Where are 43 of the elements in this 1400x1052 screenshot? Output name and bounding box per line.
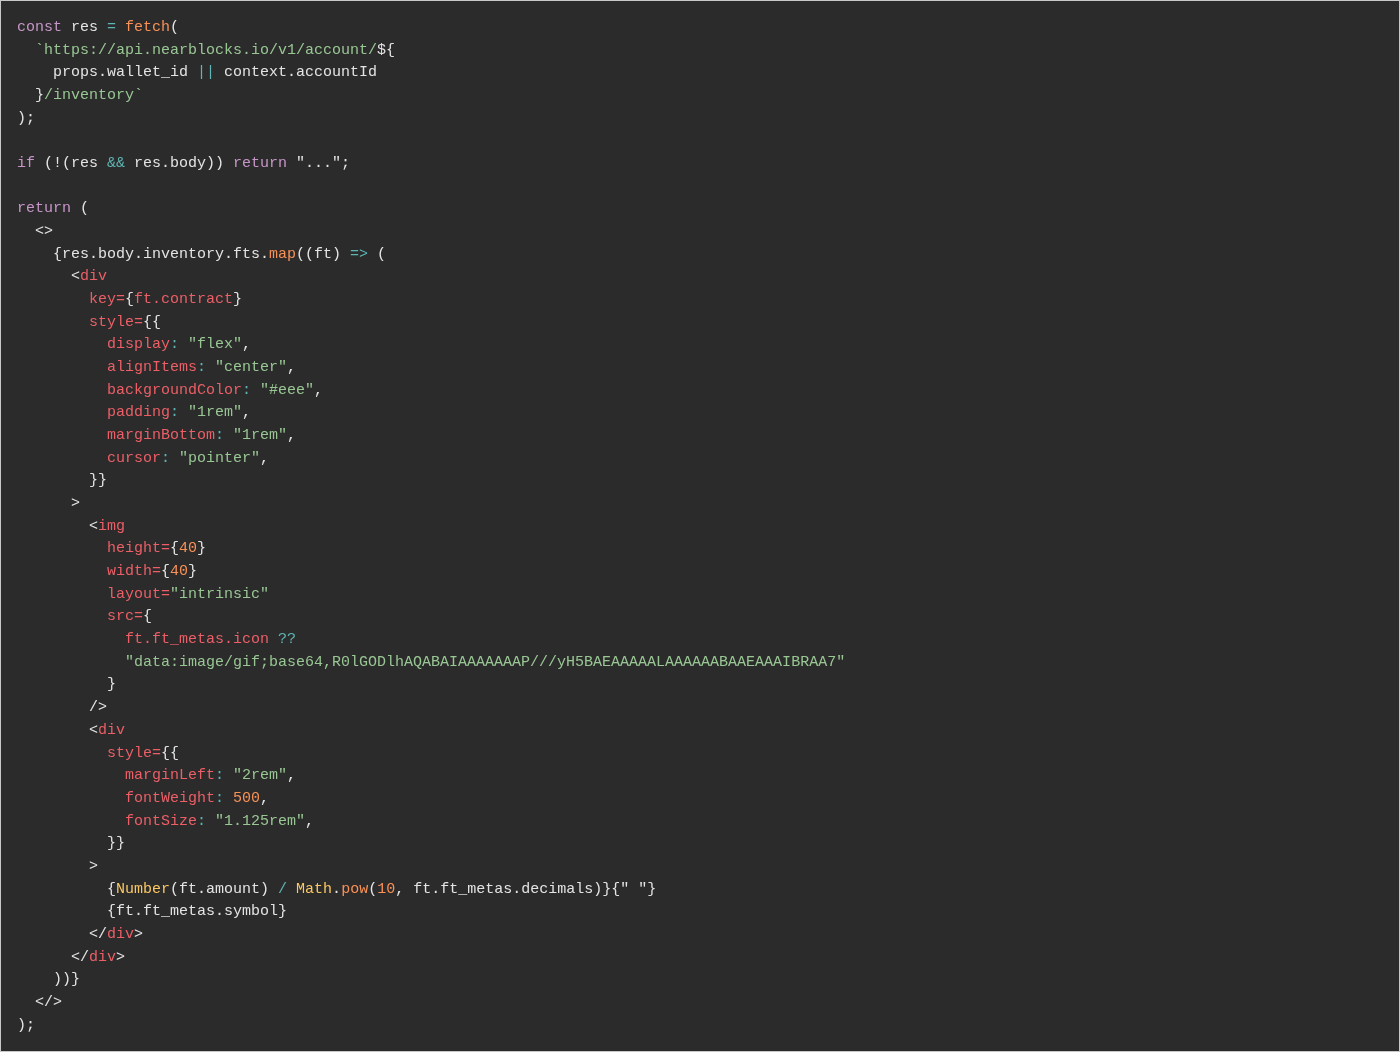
- code-line: key={ft.contract}: [88, 290, 243, 311]
- code-line: src={: [106, 607, 153, 628]
- code-line: `https://api.nearblocks.io/v1/account/${: [34, 40, 396, 61]
- code-line: props.wallet_id || context.accountId: [52, 63, 378, 84]
- code-line: {res.body.inventory.fts.map((ft) => (: [52, 244, 387, 265]
- code-line: marginLeft: "2rem",: [124, 766, 297, 787]
- code-line: alignItems: "center",: [106, 358, 297, 379]
- code-line: </div>: [70, 947, 126, 968]
- code-line: "data:image/gif;base64,R0lGODlhAQABAIAAAAAAAP///yH5BAEAAAAALAAAAAABAAEAAAIBRAA7": [124, 652, 846, 673]
- code-line: }}: [88, 471, 107, 492]
- code-line: if (!(res && res.body)) return "...";: [17, 154, 351, 175]
- code-line: ))}: [52, 970, 80, 991]
- code-line: cursor: "pointer",: [106, 448, 270, 469]
- code-line: </>: [34, 992, 62, 1013]
- code-line: }/inventory`: [34, 86, 144, 106]
- code-line: {ft.ft_metas.symbol}: [106, 902, 288, 923]
- code-line: padding: "1rem",: [106, 403, 252, 424]
- code-line: ft.ft_metas.icon ??: [124, 630, 297, 651]
- code-line: <div: [70, 267, 108, 288]
- code-line: fontSize: "1.125rem",: [124, 811, 315, 832]
- code-line: }: [106, 675, 117, 696]
- code-line: backgroundColor: "#eee",: [106, 380, 324, 401]
- code-line: layout="intrinsic": [106, 584, 270, 605]
- code-line: height={40}: [106, 539, 207, 560]
- code-line: {Number(ft.amount) / Math.pow(10, ft.ft_metas.decimals)}{" "}: [106, 879, 657, 900]
- code-line: width={40}: [106, 562, 198, 583]
- code-line: );: [17, 108, 35, 129]
- code-line: style={{: [106, 743, 180, 764]
- code-line: >: [70, 494, 80, 515]
- code-line: return (: [17, 199, 90, 220]
- code-line: display: "flex",: [106, 335, 252, 356]
- code-line: }}: [106, 834, 126, 855]
- code-line: <div: [88, 720, 126, 741]
- code-line: style={{: [88, 312, 162, 333]
- code-line: const res = fetch(: [17, 18, 180, 38]
- code-line: marginBottom: "1rem",: [106, 426, 297, 447]
- code-line: );: [17, 1015, 35, 1036]
- code-line: fontWeight: 500,: [124, 788, 270, 809]
- code-line: >: [88, 856, 98, 877]
- code-line: <>: [34, 222, 53, 243]
- code-line: </div>: [88, 924, 144, 945]
- code-line: />: [88, 698, 107, 719]
- code-line: <img: [88, 516, 126, 537]
